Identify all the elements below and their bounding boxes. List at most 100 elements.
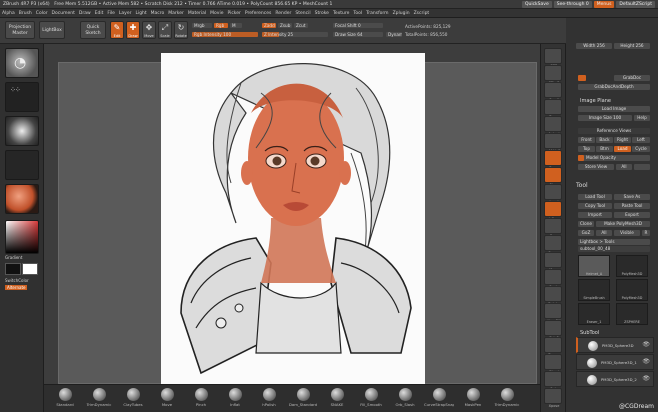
brush-slot[interactable]: Pinch — [186, 388, 216, 407]
current-tool-slider[interactable]: subtool_00_48 — [578, 246, 650, 252]
model-opacity-slider[interactable]: Model Opacity — [578, 155, 650, 161]
shelf-aahalf-button[interactable]: AAHalf — [544, 133, 562, 153]
menu-zplugin[interactable]: Zplugin — [391, 9, 412, 17]
store-view-button[interactable]: Store View — [578, 164, 614, 170]
focal-shift-slider[interactable]: Focal Shift 0 — [333, 23, 383, 28]
menu-document[interactable]: Document — [50, 9, 77, 17]
brush-slot[interactable]: ClayTubes — [118, 388, 148, 407]
move-button[interactable]: ✥ Move — [142, 21, 156, 39]
shelf-rotate-button[interactable]: Rotate — [544, 286, 562, 306]
sketch-paper[interactable] — [161, 53, 425, 386]
switch-color-button[interactable]: SwitchColor — [5, 278, 29, 283]
menu-draw[interactable]: Draw — [77, 9, 93, 17]
width-slider[interactable]: Width 256 — [576, 43, 612, 49]
brush-slot[interactable]: hPolish — [254, 388, 284, 407]
goz-button[interactable]: GoZ — [578, 230, 594, 236]
menu-light[interactable]: Light — [133, 9, 148, 17]
export-button[interactable]: Export — [614, 212, 650, 218]
subtool-row[interactable]: PM3D_Sphere3D 👁 — [576, 337, 654, 353]
help-button[interactable]: Help — [634, 115, 650, 121]
shelf-actual-button[interactable]: Actual — [544, 116, 562, 136]
shelf-line-fill-button[interactable]: Line Fill — [544, 303, 562, 323]
edit-button[interactable]: ✎ Edit — [110, 21, 124, 39]
right-view-button[interactable]: Right — [614, 137, 631, 143]
menu-material[interactable]: Material — [186, 9, 208, 17]
stroke-thumbnail[interactable]: ⁘⁘ — [5, 82, 39, 112]
tool-title[interactable]: Tool — [576, 182, 588, 189]
brush-slot[interactable]: Inflat — [220, 388, 250, 407]
menu-texture[interactable]: Texture — [331, 9, 351, 17]
zadd-toggle[interactable]: Zadd — [262, 23, 276, 28]
clone-button[interactable]: Clone — [578, 221, 594, 227]
alpha-thumbnail[interactable] — [5, 116, 39, 146]
subtool-row[interactable]: PM3D_Sphere3D_1 👁 — [576, 354, 654, 370]
save-as-button[interactable]: Save As — [614, 194, 650, 200]
tool-thumbnail[interactable]: SimpleBrush — [578, 279, 610, 301]
brush-slot[interactable]: Dam_Standard — [288, 388, 318, 407]
menu-zscript[interactable]: Zscript — [412, 9, 432, 17]
menu-tool[interactable]: Tool — [351, 9, 364, 17]
cycle-view-button[interactable]: Cycle — [632, 146, 650, 152]
menu-macro[interactable]: Macro — [149, 9, 167, 17]
brush-slot[interactable]: Standard — [50, 388, 80, 407]
left-view-button[interactable]: Left — [632, 137, 650, 143]
grab-doc-button[interactable]: GrabDoc — [614, 75, 650, 81]
main-color-swatch[interactable] — [5, 263, 21, 275]
menus-button[interactable]: Menus — [593, 1, 615, 8]
brush-slot[interactable]: Orb_Slash — [390, 388, 420, 407]
make-polymesh-button[interactable]: Make PolyMesh3D — [596, 221, 650, 227]
brush-thumbnail[interactable]: ◔ — [5, 48, 39, 78]
load-tool-button[interactable]: Load Tool — [578, 194, 612, 200]
brush-slot[interactable]: MaskPen — [458, 388, 488, 407]
menu-marker[interactable]: Marker — [166, 9, 186, 17]
draw-size-slider[interactable]: Draw Size 64 — [333, 32, 383, 37]
tool-thumbnail[interactable]: Eraser_1 — [578, 303, 610, 325]
shelf-ghost-button[interactable]: Ghost — [544, 354, 562, 374]
grab-doc-toggle[interactable] — [578, 75, 586, 81]
tool-thumbnail[interactable]: Helmet_A — [578, 255, 610, 277]
bottom-view-button[interactable]: Btm — [596, 146, 613, 152]
goz-all-button[interactable]: All — [596, 230, 612, 236]
load-image-button[interactable]: Load Image — [578, 106, 650, 112]
shelf-transp-button[interactable]: Transp — [544, 337, 562, 357]
quick-sketch-button[interactable]: Quick Sketch — [80, 21, 106, 39]
image-plane-title[interactable]: Image Plane — [580, 98, 611, 104]
rgb-intensity-slider[interactable]: Rgb Intensity 100 — [192, 32, 258, 37]
brush-slot[interactable]: TrimDynamic — [492, 388, 522, 407]
reference-views-header[interactable]: Reference Views — [578, 128, 650, 134]
goz-r-button[interactable]: R — [642, 230, 650, 236]
menu-picker[interactable]: Picker — [225, 9, 242, 17]
tool-thumbnail[interactable]: ZSPHERE — [616, 303, 648, 325]
shelf-gxyz-button[interactable]: Gxyz — [544, 218, 562, 238]
z-intensity-slider[interactable]: Z Intensity 25 — [262, 32, 328, 37]
shelf-xpose-button[interactable]: Xpose — [544, 388, 562, 408]
brush-slot[interactable]: CurveStrapSnap — [424, 388, 454, 407]
shelf-scroll-button[interactable]: Scroll — [544, 82, 562, 102]
tool-thumbnail[interactable]: PolyMesh3D — [616, 255, 648, 277]
menu-alpha[interactable]: Alpha — [0, 9, 17, 17]
brush-slot[interactable]: Fill_Smooth — [356, 388, 386, 407]
shelf-local-button[interactable]: Local — [544, 184, 562, 204]
menu-stencil[interactable]: Stencil — [293, 9, 312, 17]
shelf-bpr-button[interactable]: BPR — [544, 48, 562, 68]
zcut-toggle[interactable]: Zcut — [294, 23, 308, 28]
shelf-solo-button[interactable]: Solo — [544, 371, 562, 391]
brush-slot[interactable]: TrimDynamic — [84, 388, 114, 407]
draw-button[interactable]: ✚ Draw — [126, 21, 140, 39]
image-size-slider[interactable]: Image Size 100 — [578, 115, 632, 121]
subtool-title[interactable]: SubTool — [580, 330, 599, 336]
menu-edit[interactable]: Edit — [93, 9, 106, 17]
quicksave-button[interactable]: QuickSave — [521, 1, 552, 8]
clear-views-button[interactable] — [634, 164, 650, 170]
projection-master-button[interactable]: Projection Master — [5, 21, 35, 39]
eye-icon[interactable]: 👁 — [642, 358, 650, 365]
texture-thumbnail[interactable] — [5, 150, 39, 180]
shelf-spix-3-button[interactable]: SPix 3 — [544, 65, 562, 85]
see-through-slider[interactable]: See-through 0 — [553, 1, 592, 8]
load-view-button[interactable]: Load — [614, 146, 631, 152]
menu-color[interactable]: Color — [34, 9, 50, 17]
shelf-scale-button[interactable]: Scale — [544, 269, 562, 289]
eye-icon[interactable]: 👁 — [642, 375, 650, 382]
shelf-zoom-button[interactable]: Zoom — [544, 99, 562, 119]
menu-render[interactable]: Render — [273, 9, 293, 17]
